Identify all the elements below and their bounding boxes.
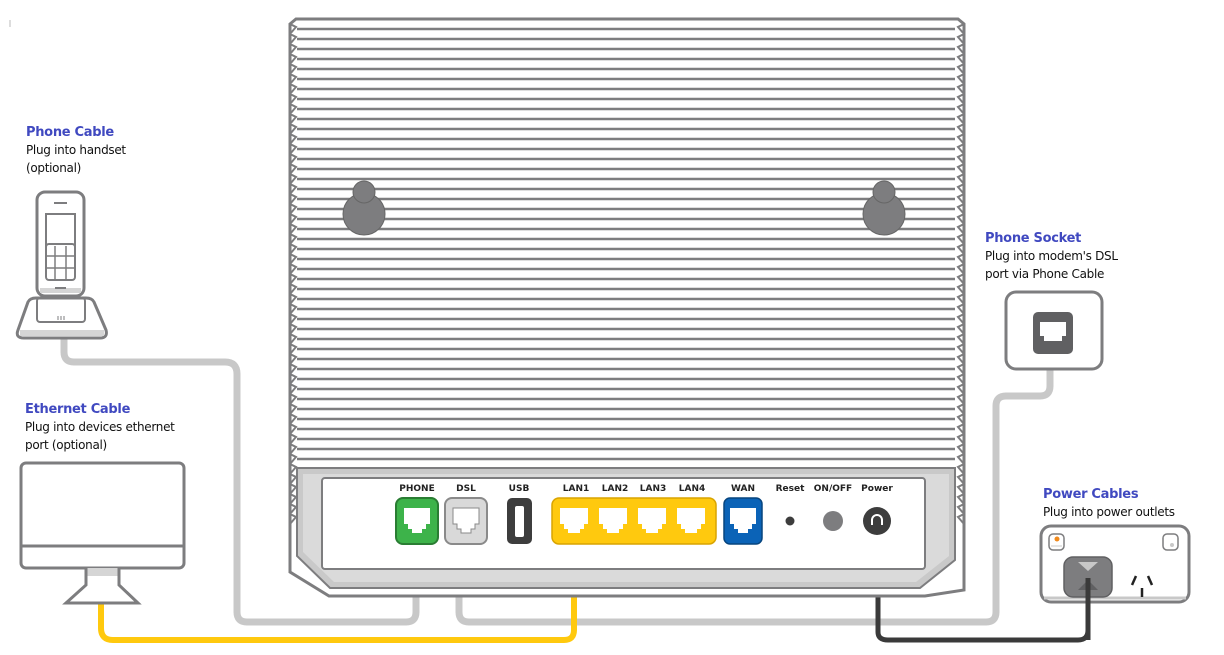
caption-line: Plug into handset [26,143,126,157]
port-label-lan1: LAN1 [563,484,590,494]
reset-button[interactable] [785,516,795,526]
port-label-wan: WAN [731,484,755,494]
caption-title: Ethernet Cable [25,402,131,417]
phone-wall-socket-icon [1004,290,1104,371]
caption-title: Phone Cable [26,125,114,140]
modem-router: PHONE DSL USB LAN1 LAN2 LAN3 LAN4 WAN Re… [288,17,966,598]
port-label-power: Power [861,484,893,494]
phone-handset-icon [15,190,108,340]
caption-line: port (optional) [25,438,107,452]
caption-power-cables: Power Cables Plug into power outlets [1043,487,1175,521]
on-off-button[interactable] [823,511,843,531]
port-label-lan2: LAN2 [602,484,629,494]
dsl-port[interactable] [444,497,488,545]
caption-phone-cable: Phone Cable Plug into handset (optional) [26,125,126,177]
port-label-phone: PHONE [399,484,434,494]
power-outlet-icon [1039,524,1191,604]
usb-port[interactable] [507,498,532,544]
port-label-usb: USB [509,484,530,494]
caption-line: port via Phone Cable [985,267,1105,281]
caption-line: Plug into devices ethernet [25,420,175,434]
power-jack[interactable] [863,507,891,535]
port-label-lan4: LAN4 [679,484,706,494]
port-label-onoff: ON/OFF [814,484,852,494]
wan-port[interactable] [723,497,763,545]
caption-title: Power Cables [1043,487,1139,502]
caption-title: Phone Socket [985,231,1082,246]
port-label-lan3: LAN3 [640,484,667,494]
caption-line: (optional) [26,161,81,175]
caption-line: Plug into modem's DSL [985,249,1118,263]
port-label-reset: Reset [776,484,805,494]
modem-connection-diagram: PHONE DSL USB LAN1 LAN2 LAN3 LAN4 WAN Re… [0,0,1224,655]
diagram-canvas: PHONE DSL USB LAN1 LAN2 LAN3 LAN4 WAN Re… [9,17,1191,643]
port-label-dsl: DSL [456,484,476,494]
caption-ethernet-cable: Ethernet Cable Plug into devices etherne… [25,402,175,454]
desktop-monitor-icon [19,461,186,605]
caption-phone-socket: Phone Socket Plug into modem's DSL port … [985,231,1118,283]
caption-line: Plug into power outlets [1043,505,1175,519]
phone-port[interactable] [395,497,439,545]
